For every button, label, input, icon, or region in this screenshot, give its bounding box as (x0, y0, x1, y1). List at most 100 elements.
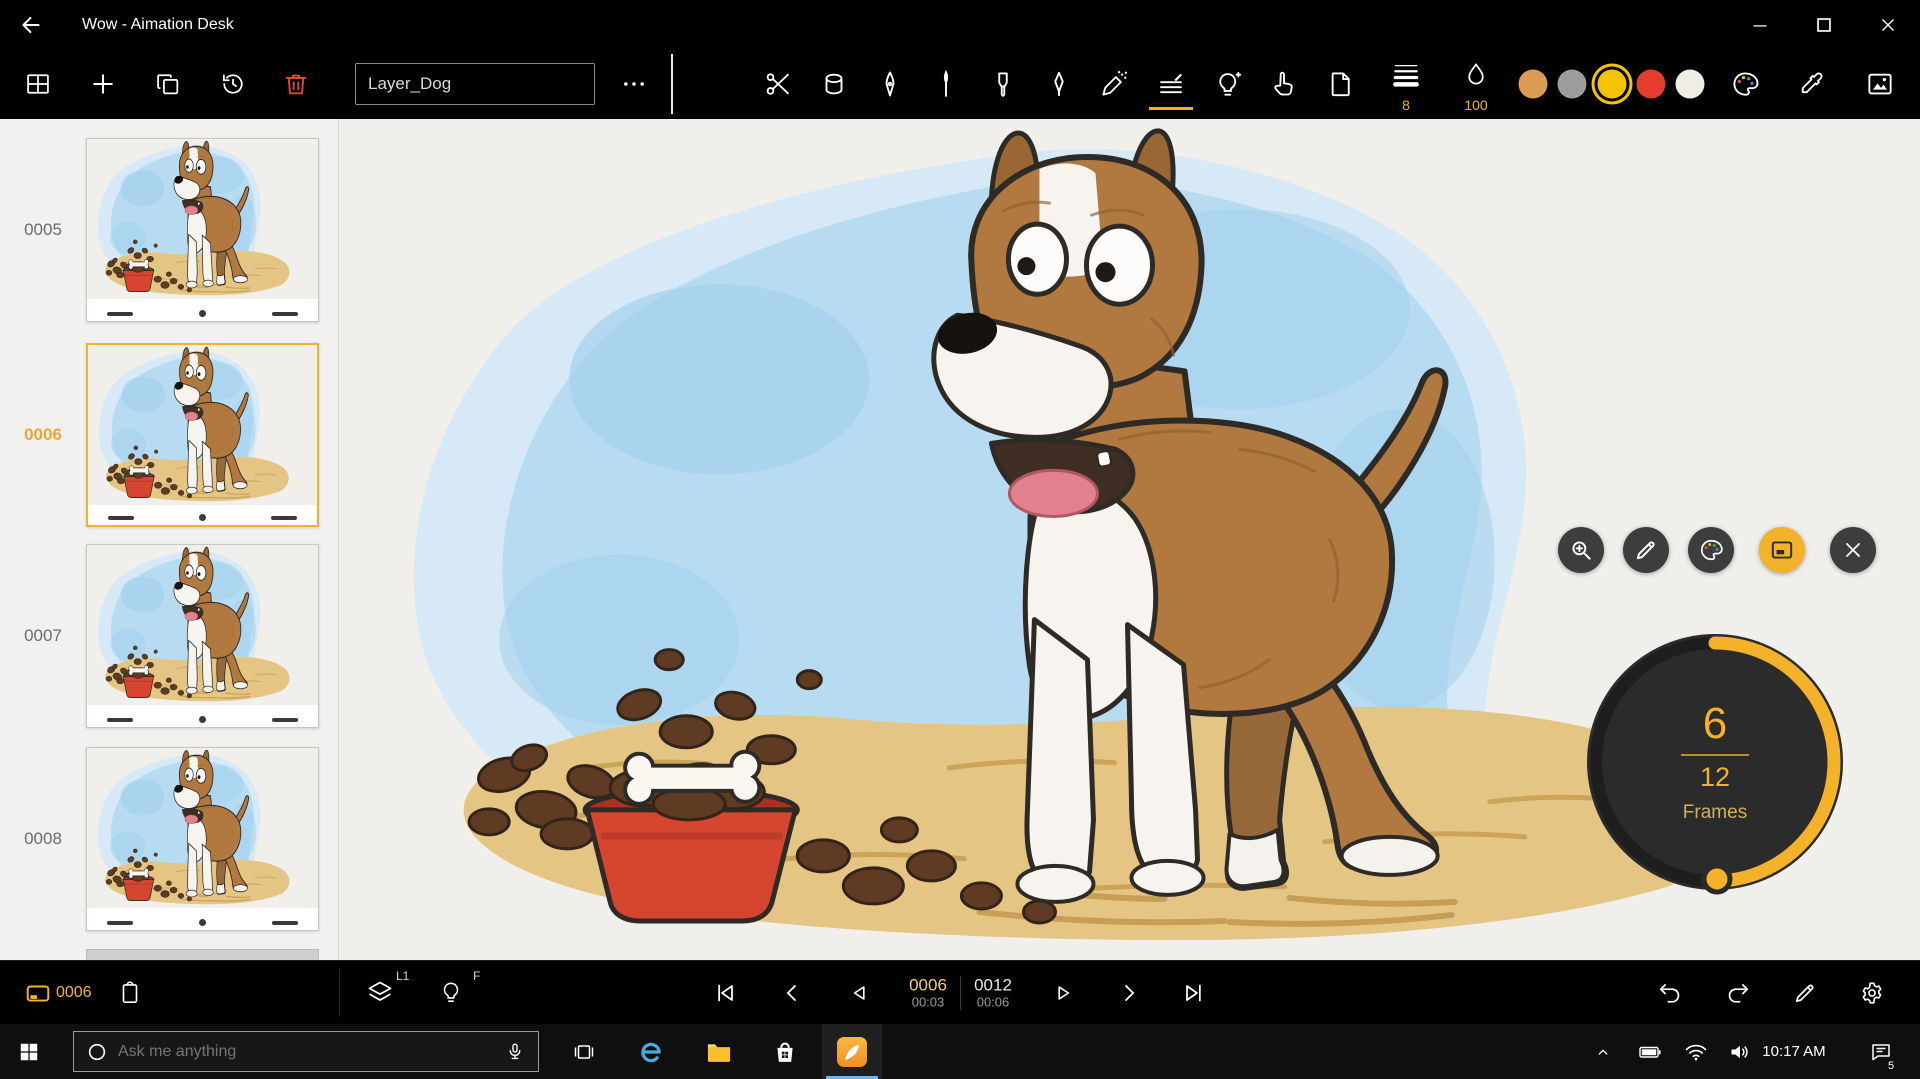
onion-skin-button[interactable] (438, 980, 464, 1006)
eyedropper-icon (1796, 69, 1826, 99)
close-overlay-button[interactable] (1830, 527, 1876, 573)
close-icon (1841, 538, 1865, 562)
smudge-tool-button[interactable] (1268, 69, 1298, 99)
redo-button[interactable] (1725, 980, 1751, 1006)
battery-status[interactable] (1638, 1040, 1662, 1064)
history-button[interactable] (219, 70, 247, 98)
skip-to-end-button[interactable] (1180, 979, 1208, 1007)
maximize-button[interactable] (1792, 0, 1856, 49)
grid-icon (24, 70, 52, 98)
frame-thumbnail-art (87, 748, 318, 908)
swatch-yellow-circle (1598, 70, 1627, 99)
play-button[interactable] (1050, 980, 1076, 1006)
paper-tool-button[interactable] (1325, 69, 1355, 99)
more-dots-icon (620, 70, 648, 98)
layer-options-button[interactable] (620, 70, 648, 98)
paste-frame-button[interactable] (117, 980, 143, 1006)
taskbar-search[interactable] (73, 1031, 539, 1072)
taskbar-clock[interactable]: 10:17 AM (1744, 1024, 1844, 1079)
frame-thumbnail[interactable] (86, 747, 319, 931)
ink-pen-tool-button[interactable] (875, 69, 905, 99)
current-frame-time: 0006 00:03 (909, 975, 947, 1010)
layer-name-input[interactable] (355, 63, 595, 105)
layers-button[interactable] (366, 979, 394, 1007)
swatch-yellow-selected[interactable] (1598, 70, 1627, 99)
drawing-canvas[interactable]: 6 12 Frames (339, 119, 1920, 960)
start-button[interactable] (18, 1041, 40, 1063)
marker-tool-button[interactable] (988, 69, 1018, 99)
copy-icon (154, 70, 182, 98)
search-input[interactable] (118, 1043, 494, 1061)
frame-thumbnail-partial[interactable] (86, 949, 319, 960)
minimize-button[interactable] (1728, 0, 1792, 49)
frame-row-0005[interactable]: 0005 (0, 138, 339, 322)
duplicate-frame-button[interactable] (154, 70, 182, 98)
opacity-button[interactable] (1462, 61, 1490, 89)
swatch-white-circle (1676, 70, 1705, 99)
spray-icon (1099, 69, 1129, 99)
edit-mode-button[interactable] (1792, 980, 1818, 1006)
frame-dial[interactable]: 6 12 Frames (1580, 627, 1850, 897)
airbrush-tool-button[interactable] (1099, 69, 1129, 99)
settings-button[interactable] (1859, 980, 1885, 1006)
file-explorer-button[interactable] (705, 1038, 733, 1066)
frame-row-0006[interactable]: 0006 (0, 343, 339, 527)
frame-icon (25, 980, 51, 1006)
frame-thumbnail-art (88, 345, 317, 505)
tray-expand-button[interactable] (1593, 1042, 1613, 1062)
frame-thumbnail[interactable] (86, 138, 319, 322)
animation-app-icon (835, 1035, 869, 1069)
paint-bucket-tool-button[interactable] (819, 69, 849, 99)
paper-icon (1325, 69, 1355, 99)
reference-frame-button[interactable] (1759, 527, 1805, 573)
step-back-button[interactable] (847, 980, 873, 1006)
zoom-button[interactable] (1558, 527, 1604, 573)
back-button[interactable] (14, 8, 48, 42)
current-time-value: 00:03 (909, 994, 947, 1010)
brush-size-button[interactable] (1391, 60, 1421, 90)
registration-marks (87, 716, 318, 723)
next-frame-button[interactable] (1115, 979, 1143, 1007)
frame-row-0008[interactable]: 0008 (0, 747, 339, 931)
swatch-orange[interactable] (1519, 70, 1548, 99)
chevron-up-icon (1593, 1042, 1613, 1062)
close-button[interactable] (1856, 0, 1920, 49)
app-window: Wow - Aimation Desk (0, 0, 1920, 1079)
wifi-status[interactable] (1684, 1040, 1708, 1064)
microphone-icon[interactable] (504, 1041, 526, 1063)
store-button[interactable] (771, 1038, 799, 1066)
control-bar-divider (339, 969, 340, 1017)
swatch-white[interactable] (1676, 70, 1705, 99)
dial-divider (1681, 754, 1749, 756)
draw-mode-button[interactable] (1623, 527, 1669, 573)
back-arrow-icon (18, 12, 44, 38)
frames-label: Frames (1683, 802, 1747, 824)
registration-marks (88, 514, 317, 521)
cut-tool-button[interactable] (763, 69, 793, 99)
calligraphy-tool-button[interactable] (1044, 69, 1074, 99)
stroke-width-icon (1391, 60, 1421, 90)
light-effect-tool-button[interactable] (1214, 69, 1244, 99)
insert-image-button[interactable] (1865, 69, 1895, 99)
needle-pen-tool-button[interactable] (931, 69, 961, 99)
animation-app-button[interactable] (835, 1035, 869, 1069)
swatch-gray[interactable] (1558, 70, 1587, 99)
swatch-red[interactable] (1637, 70, 1666, 99)
add-frame-button[interactable] (89, 70, 117, 98)
frame-row-0007[interactable]: 0007 (0, 544, 339, 728)
frame-thumbnail[interactable] (86, 544, 319, 728)
previous-frame-button[interactable] (778, 979, 806, 1007)
hatching-brush-tool-button[interactable] (1156, 69, 1186, 99)
layer-count-label: L1 (396, 969, 409, 983)
eyedropper-button[interactable] (1796, 69, 1826, 99)
delete-frame-button[interactable] (282, 70, 310, 98)
color-mode-button[interactable] (1688, 527, 1734, 573)
edge-browser-button[interactable] (636, 1037, 666, 1067)
frame-thumbnail-selected[interactable] (86, 343, 319, 527)
color-palette-button[interactable] (1730, 69, 1760, 99)
skip-to-start-button[interactable] (711, 979, 739, 1007)
task-view-button[interactable] (572, 1040, 596, 1064)
storyboard-grid-button[interactable] (24, 70, 52, 98)
undo-button[interactable] (1657, 980, 1683, 1006)
close-icon (1877, 14, 1899, 36)
